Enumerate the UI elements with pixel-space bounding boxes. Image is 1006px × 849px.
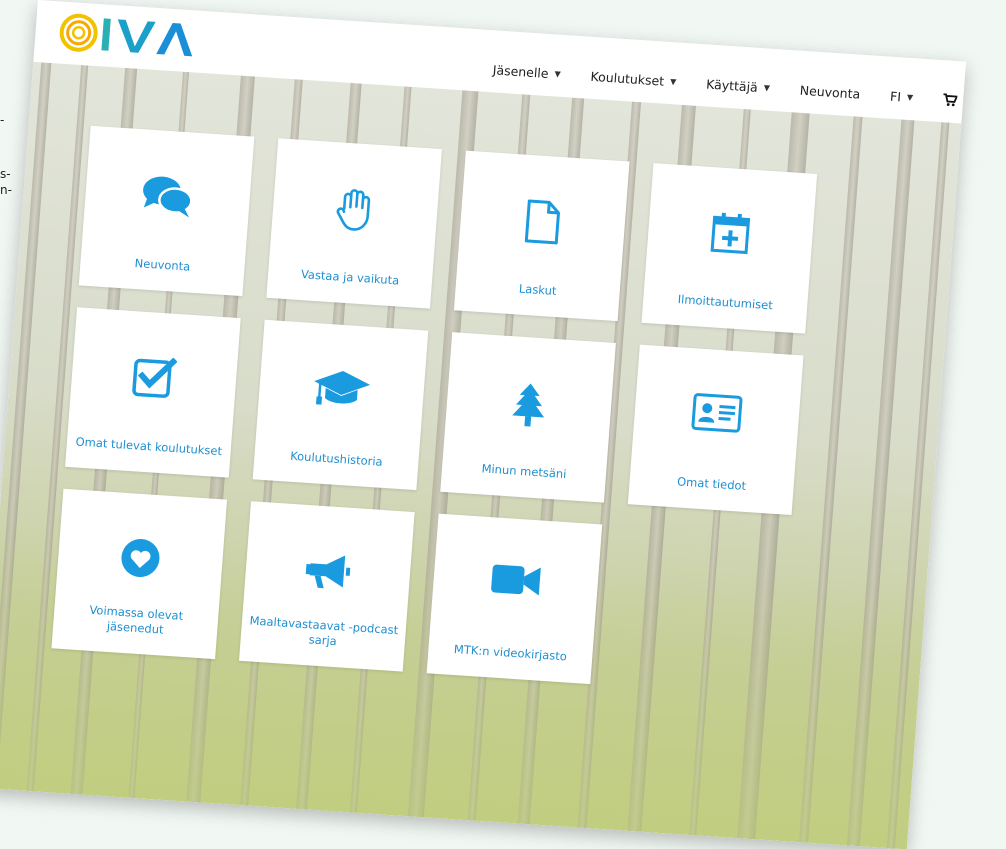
tile-label: Omat tulevat koulutukset	[75, 434, 223, 459]
language-selector[interactable]: FI ▼	[890, 89, 914, 105]
tree-icon	[512, 383, 545, 427]
tile-laskut[interactable]: Laskut	[453, 150, 630, 322]
app-window: Jäsenelle ▼ Koulutukset ▼ Käyttäjä ▼ Neu…	[0, 0, 966, 849]
edge-text-line: s-	[0, 167, 11, 181]
hand-icon	[336, 189, 371, 231]
nav-label: Koulutukset	[590, 68, 665, 89]
tile-label: Koulutushistoria	[289, 448, 384, 469]
tile-minun-metsani[interactable]: Minun metsäni	[440, 332, 616, 503]
cropped-edge-text: - s- n-	[0, 112, 20, 198]
tile-koulutushistoria[interactable]: Koulutushistoria	[252, 319, 429, 491]
tile-voimassa-olevat-jasenedut[interactable]: Voimassa olevat jäsenedut	[51, 488, 228, 660]
tile-label: Minun metsäni	[481, 461, 567, 482]
caret-down-icon: ▼	[554, 69, 562, 79]
nav-label: Jäsenelle	[492, 62, 550, 81]
forest-background: Neuvonta Vastaa ja vaikuta Laskut Ilmoit…	[0, 61, 962, 849]
tile-label: Voimassa olevat jäsenedut	[88, 602, 184, 637]
nav-kayttaja[interactable]: Käyttäjä ▼	[706, 76, 771, 95]
edge-text-line: n-	[0, 183, 12, 197]
shopping-cart-button[interactable]	[943, 93, 958, 107]
tile-neuvonta[interactable]: Neuvonta	[78, 125, 255, 297]
graduation-cap-icon	[314, 371, 371, 405]
oiva-logo[interactable]	[58, 12, 201, 61]
nav-koulutukset[interactable]: Koulutukset ▼	[590, 69, 677, 90]
nav-neuvonta[interactable]: Neuvonta	[799, 83, 860, 102]
nav-label: Neuvonta	[799, 82, 861, 102]
tile-label: Neuvonta	[134, 255, 191, 274]
shopping-cart-icon	[943, 93, 958, 107]
nav-jasenelle[interactable]: Jäsenelle ▼	[492, 62, 561, 81]
id-card-icon	[691, 393, 743, 433]
tile-label: Vastaa ja vaikuta	[300, 267, 400, 288]
video-camera-icon	[491, 564, 541, 596]
chat-bubbles-icon	[143, 176, 193, 218]
tile-label: Ilmoittautumiset	[677, 292, 774, 313]
calendar-plus-icon	[710, 212, 751, 255]
tile-label: Maaltavastaavat -podcast sarja	[249, 613, 399, 649]
tile-label: Laskut	[518, 281, 557, 298]
tile-omat-tiedot[interactable]: Omat tiedot	[627, 344, 804, 516]
nav-label: Käyttäjä	[705, 76, 759, 95]
tile-ilmoittautumiset[interactable]: Ilmoittautumiset	[641, 163, 818, 334]
tile-label: MTK:n videokirjasto	[453, 641, 568, 664]
tile-label: Omat tiedot	[676, 474, 747, 493]
tile-omat-tulevat-koulutukset[interactable]: Omat tulevat koulutukset	[65, 307, 241, 478]
caret-down-icon: ▼	[763, 83, 771, 93]
checkbox-icon	[132, 357, 178, 398]
dashboard-tile-grid: Neuvonta Vastaa ja vaikuta Laskut Ilmoit…	[51, 125, 869, 700]
edge-text-line: -	[0, 113, 5, 127]
caret-down-icon: ▼	[669, 77, 677, 87]
heart-circle-icon	[121, 539, 160, 577]
caret-down-icon: ▼	[906, 92, 914, 103]
document-icon	[524, 199, 560, 245]
megaphone-icon	[305, 555, 351, 589]
tile-maaltavastaavat-podcast[interactable]: Maaltavastaavat -podcast sarja	[239, 501, 415, 672]
language-label: FI	[889, 88, 902, 105]
tile-vastaa-ja-vaikuta[interactable]: Vastaa ja vaikuta	[266, 138, 442, 309]
tile-mtk-videokirjasto[interactable]: MTK:n videokirjasto	[426, 513, 603, 685]
